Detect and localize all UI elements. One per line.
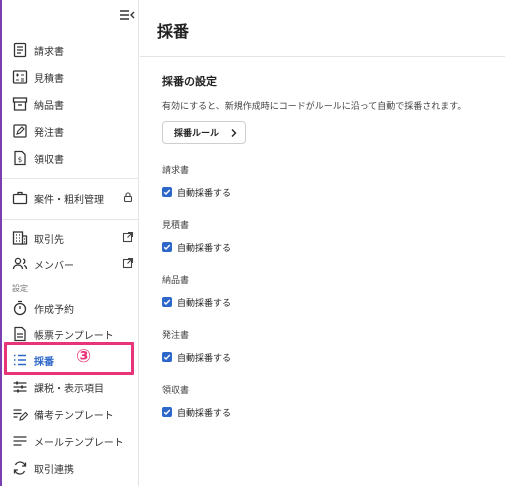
page-header: 採番 (140, 0, 505, 57)
checkbox-checked-icon[interactable] (162, 407, 172, 417)
auto-numbering-checkbox-receipt[interactable]: 自動採番する (162, 406, 232, 419)
collapse-sidebar-icon[interactable] (119, 8, 135, 22)
checkbox-label: 自動採番する (177, 353, 232, 364)
delivery-note-icon (12, 97, 28, 111)
sidebar-item-mail-templates[interactable]: メールテンプレート (2, 429, 139, 453)
sidebar-item-receipt[interactable]: $ 領収書 (2, 146, 139, 170)
page-title: 採番 (157, 22, 190, 41)
settings-section-label: 設定 (12, 284, 28, 293)
receipt-icon: $ (14, 150, 26, 166)
auto-numbering-checkbox-purchase-order[interactable]: 自動採番する (162, 351, 232, 364)
sidebar-item-projects[interactable]: 案件・粗利管理 (2, 186, 139, 210)
sidebar-item-label: 取引先 (34, 235, 64, 246)
sidebar-item-label: 見積書 (34, 74, 64, 85)
checkbox-checked-icon[interactable] (162, 242, 172, 252)
auto-numbering-checkbox-invoice[interactable]: 自動採番する (162, 186, 232, 199)
sidebar-item-estimate[interactable]: 見積書 (2, 65, 139, 89)
section-description: 有効にすると、新規作成時にコードがルールに沿って自動で採番されます。 (162, 102, 467, 112)
form-template-icon (14, 326, 26, 342)
sidebar-item-label: 作成予約 (34, 305, 74, 316)
doc-type-label-invoice: 請求書 (162, 166, 190, 176)
doc-type-label-purchase-order: 発注書 (162, 331, 190, 341)
members-icon (12, 257, 28, 270)
sidebar-item-label: 案件・粗利管理 (34, 195, 104, 206)
sidebar-item-label: メールテンプレート (34, 438, 124, 449)
sidebar-item-tax-display[interactable]: 課税・表示項目 (2, 375, 139, 399)
checkbox-checked-icon[interactable] (162, 297, 172, 307)
doc-type-label-receipt: 領収書 (162, 386, 190, 396)
mail-lines-icon (13, 436, 27, 446)
checkbox-label: 自動採番する (177, 188, 232, 199)
timer-icon (13, 300, 27, 316)
section-title: 採番の設定 (162, 75, 217, 88)
sidebar-divider (2, 219, 139, 220)
sidebar-item-label: 帳票テンプレート (34, 331, 114, 342)
sidebar-item-label: 備考テンプレート (34, 411, 114, 422)
external-link-icon (122, 231, 134, 243)
invoice-icon (13, 42, 27, 58)
sidebar-divider (2, 178, 139, 179)
checkbox-label: 自動採番する (177, 298, 232, 309)
sidebar-item-scheduled-creation[interactable]: 作成予約 (2, 296, 139, 320)
purchase-order-icon (13, 124, 27, 138)
chevron-right-icon (231, 129, 237, 137)
numbering-rule-button[interactable]: 採番ルール (162, 121, 246, 144)
auto-numbering-checkbox-estimate[interactable]: 自動採番する (162, 241, 232, 254)
sidebar-item-clients[interactable]: 取引先 (2, 226, 139, 250)
checkbox-checked-icon[interactable] (162, 187, 172, 197)
doc-type-label-delivery-note: 納品書 (162, 276, 190, 286)
sidebar-item-members[interactable]: メンバー (2, 252, 139, 276)
sidebar-item-label: 発注書 (34, 128, 64, 139)
sidebar-item-label: 取引連携 (34, 465, 74, 476)
lock-icon (123, 192, 133, 203)
sidebar-item-purchase-order[interactable]: 発注書 (2, 119, 139, 143)
highlight-annotation-box (4, 342, 134, 375)
building-icon (12, 231, 28, 245)
estimate-icon (12, 70, 28, 84)
numbering-rule-button-label: 採番ルール (174, 128, 220, 138)
sidebar-item-label: 課税・表示項目 (34, 384, 104, 395)
sync-icon (13, 461, 27, 475)
note-edit-icon (13, 409, 28, 421)
sidebar-item-label: メンバー (34, 261, 74, 272)
sidebar-item-note-templates[interactable]: 備考テンプレート (2, 402, 139, 426)
checkbox-checked-icon[interactable] (162, 352, 172, 362)
annotation-callout-number: ③ (76, 346, 92, 367)
sidebar-item-transaction-sync[interactable]: 取引連携 (2, 456, 139, 480)
sidebar-item-label: 納品書 (34, 101, 64, 112)
sidebar-item-label: 領収書 (34, 155, 64, 166)
auto-numbering-checkbox-delivery-note[interactable]: 自動採番する (162, 296, 232, 309)
checkbox-label: 自動採番する (177, 408, 232, 419)
briefcase-icon (12, 191, 28, 205)
doc-type-label-estimate: 見積書 (162, 221, 190, 231)
checkbox-label: 自動採番する (177, 243, 232, 254)
external-link-icon (122, 257, 134, 269)
sidebar-item-label: 請求書 (34, 47, 64, 58)
sidebar-item-invoice[interactable]: 請求書 (2, 38, 139, 62)
sliders-icon (13, 381, 27, 393)
main-content: 採番 採番の設定 有効にすると、新規作成時にコードがルールに沿って自動で採番され… (140, 0, 505, 486)
sidebar: 請求書 見積書 納品書 発注書 $ 領収書 案件・粗利管理 取引先 メンバー 設… (2, 0, 139, 486)
sidebar-item-delivery-note[interactable]: 納品書 (2, 92, 139, 116)
svg-text:$: $ (18, 156, 22, 164)
